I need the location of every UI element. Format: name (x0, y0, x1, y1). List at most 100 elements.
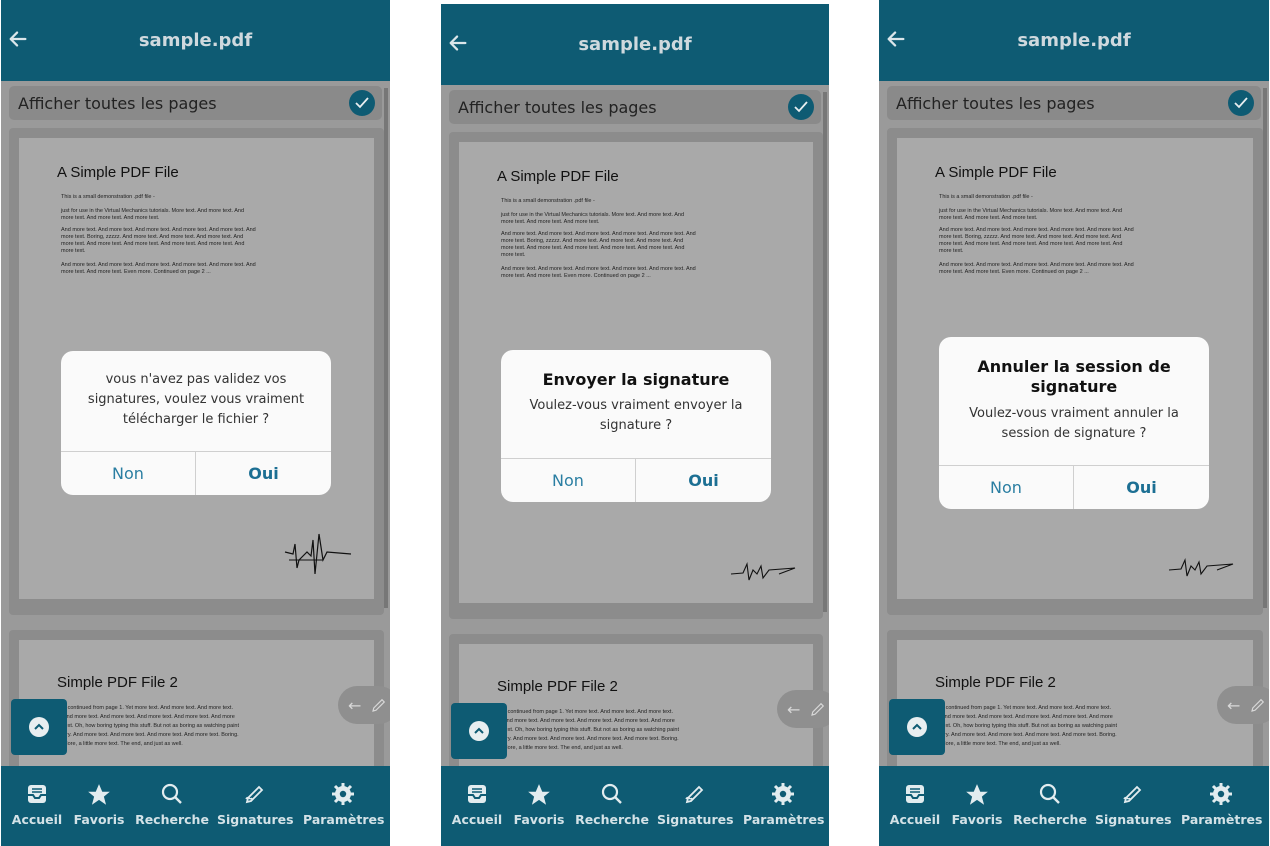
floating-signature-pill[interactable]: ← (1217, 686, 1269, 724)
nav-accueil[interactable]: Accueil (445, 766, 509, 846)
nav-accueil[interactable]: Accueil (883, 766, 947, 846)
nav-label: Recherche (135, 812, 209, 827)
show-all-pages-toggle[interactable]: Afficher toutes les pages (887, 86, 1261, 120)
gear-icon (772, 783, 794, 805)
nav-label: Recherche (1013, 812, 1087, 827)
nav-label: Favoris (513, 812, 565, 827)
pdf-text: ...continued from page 1. Yet more text.… (63, 705, 239, 747)
show-all-pages-toggle[interactable]: Afficher toutes les pages (9, 86, 382, 120)
nav-recherche[interactable]: Recherche (1013, 766, 1087, 846)
pdf-text: And more text. And more text. And more t… (939, 262, 1134, 275)
scroll-top-button[interactable] (451, 703, 507, 759)
scrollbar[interactable] (1263, 88, 1267, 608)
gear-icon (1210, 783, 1232, 805)
page-title: sample.pdf (578, 34, 692, 55)
inbox-icon (28, 785, 46, 803)
pdf-page-content: Simple PDF File 2 ...continued from page… (19, 640, 374, 780)
pdf-text: just for use in the Virtual Mechanics tu… (501, 212, 685, 225)
pen-icon (372, 698, 386, 712)
check-icon[interactable] (788, 94, 814, 120)
pen-icon (1123, 785, 1142, 804)
toggle-label: Afficher toutes les pages (896, 94, 1095, 113)
cancel-button[interactable]: Non (501, 459, 636, 502)
nav-accueil[interactable]: Accueil (5, 766, 69, 846)
dialog-title: Envoyer la signature (542, 370, 730, 389)
dialog-buttons: Non Oui (501, 458, 771, 502)
nav-signatures[interactable]: Signatures (1095, 766, 1172, 846)
nav-parametres[interactable]: Paramètres (303, 766, 385, 846)
nav-favoris[interactable]: Favoris (69, 766, 129, 846)
page-title: sample.pdf (138, 30, 253, 51)
scrollbar[interactable] (384, 88, 388, 608)
pdf-text: ...continued from page 1. Yet more text.… (503, 709, 679, 751)
dialog-message: Voulez-vous vraiment envoyer la signatur… (529, 398, 743, 433)
toggle-label: Afficher toutes les pages (18, 94, 217, 113)
signature-image[interactable] (283, 530, 353, 580)
pdf-page-content: Simple PDF File 2 ...continued from page… (897, 640, 1253, 780)
nav-label: Paramètres (1181, 812, 1263, 827)
floating-signature-pill[interactable]: ← (338, 686, 390, 724)
pen-icon (245, 785, 264, 804)
phone-screen-3: sample.pdf Afficher toutes les pages A S… (879, 0, 1269, 846)
dialog-message: Voulez-vous vraiment annuler la session … (969, 406, 1179, 441)
scrollbar[interactable] (823, 92, 827, 612)
nav-label: Paramètres (743, 812, 825, 827)
show-all-pages-toggle[interactable]: Afficher toutes les pages (449, 90, 821, 124)
phone-screen-1: sample.pdf Afficher toutes les pages A S… (1, 0, 390, 846)
nav-signatures[interactable]: Signatures (217, 766, 294, 846)
pdf-text: This is a small demonstration .pdf file … (939, 194, 1033, 200)
nav-favoris[interactable]: Favoris (947, 766, 1007, 846)
star-icon (966, 784, 988, 805)
chevron-up-icon (29, 717, 49, 737)
nav-label: Signatures (217, 812, 294, 827)
nav-signatures[interactable]: Signatures (657, 766, 734, 846)
chevron-up-icon (907, 717, 927, 737)
pdf-heading: A Simple PDF File (57, 164, 179, 181)
scroll-top-button[interactable] (11, 699, 67, 755)
inbox-icon (906, 785, 924, 803)
nav-label: Paramètres (303, 812, 385, 827)
scroll-top-button[interactable] (889, 699, 945, 755)
pdf-text: And more text. And more text. And more t… (939, 227, 1134, 254)
signature-image[interactable] (729, 560, 799, 584)
pdf-text: just for use in the Virtual Mechanics tu… (939, 208, 1123, 221)
nav-label: Signatures (657, 812, 734, 827)
pdf-text: ...continued from page 1. Yet more text.… (941, 705, 1117, 747)
confirm-button[interactable]: Oui (636, 459, 771, 502)
nav-label: Favoris (951, 812, 1003, 827)
nav-parametres[interactable]: Paramètres (1181, 766, 1263, 846)
pdf-text: This is a small demonstration .pdf file … (501, 198, 595, 204)
dialog-buttons: Non Oui (61, 451, 331, 495)
confirm-button[interactable]: Oui (1074, 466, 1209, 509)
arrow-left-icon: ← (348, 696, 362, 715)
nav-parametres[interactable]: Paramètres (743, 766, 825, 846)
cancel-button[interactable]: Non (939, 466, 1074, 509)
nav-recherche[interactable]: Recherche (575, 766, 649, 846)
dialog-message: vous n'avez pas validez vos signatures, … (87, 372, 305, 427)
confirm-button[interactable]: Oui (196, 452, 331, 495)
pdf-text: This is a small demonstration .pdf file … (61, 194, 155, 200)
bottom-nav: Accueil Favoris Recherche Signatures Par… (441, 766, 829, 846)
floating-signature-pill[interactable]: ← (777, 690, 829, 728)
arrow-left-icon: ← (1227, 696, 1241, 715)
pen-icon (1251, 698, 1265, 712)
search-icon (161, 783, 182, 804)
pdf-text: And more text. And more text. And more t… (501, 266, 696, 279)
chevron-up-icon (469, 721, 489, 741)
signature-image[interactable] (1167, 556, 1237, 580)
pdf-heading: Simple PDF File 2 (497, 678, 618, 695)
gear-icon (332, 783, 354, 805)
nav-recherche[interactable]: Recherche (135, 766, 209, 846)
pdf-heading: A Simple PDF File (935, 164, 1057, 181)
pdf-text: And more text. And more text. And more t… (61, 227, 256, 254)
nav-favoris[interactable]: Favoris (509, 766, 569, 846)
dialog-buttons: Non Oui (939, 465, 1209, 509)
app-header: sample.pdf (1, 0, 390, 81)
cancel-button[interactable]: Non (61, 452, 196, 495)
nav-label: Favoris (73, 812, 125, 827)
check-icon[interactable] (349, 90, 375, 116)
check-icon[interactable] (1228, 90, 1254, 116)
search-icon (1039, 783, 1060, 804)
pdf-text: And more text. And more text. And more t… (501, 231, 696, 258)
nav-label: Accueil (451, 812, 503, 827)
